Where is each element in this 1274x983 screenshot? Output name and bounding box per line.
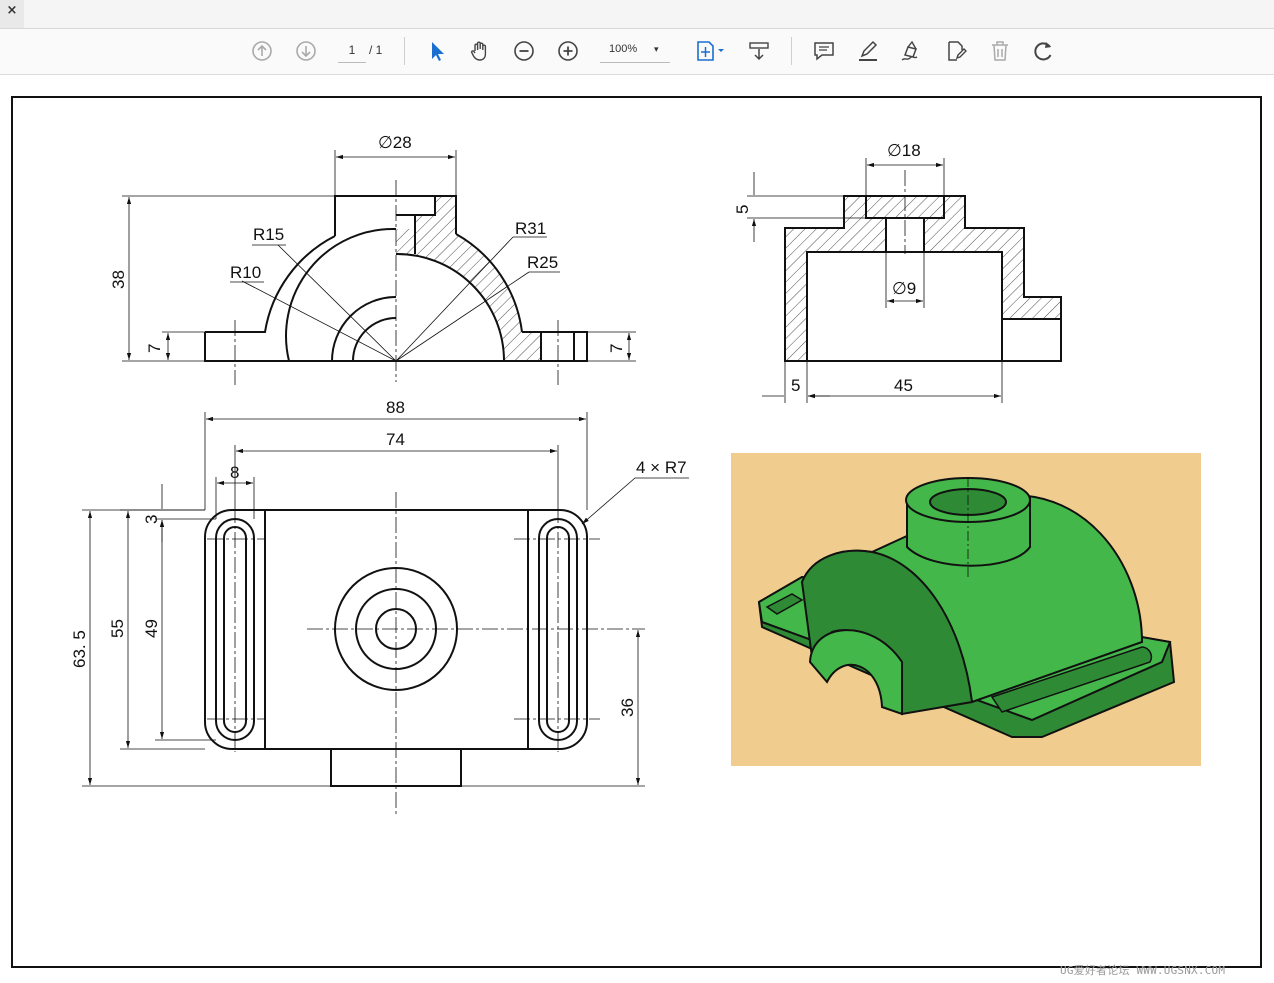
dim-d28: ∅28 <box>378 133 412 152</box>
dim-r31: R31 <box>515 219 546 238</box>
watermark: UG爱好者论坛 WWW.UGSNX.COM <box>1060 964 1226 977</box>
prev-page-icon[interactable] <box>247 36 277 66</box>
fit-page-icon[interactable] <box>693 36 729 66</box>
page-total: / 1 <box>369 43 383 57</box>
dim-w5: 5 <box>791 376 800 395</box>
rotate-icon[interactable] <box>1029 36 1059 66</box>
dim-h63-5: 63. 5 <box>70 630 89 668</box>
zoom-dropdown[interactable]: 100% ▾ <box>600 38 670 63</box>
next-page-icon[interactable] <box>291 36 321 66</box>
dim-r7: 4 × R7 <box>636 458 687 477</box>
hand-tool-icon[interactable] <box>465 36 495 66</box>
zoom-value: 100% <box>609 43 638 55</box>
dim-h49: 49 <box>142 619 161 638</box>
dim-h7-left: 7 <box>145 344 164 353</box>
chevron-down-icon: ▾ <box>654 44 659 54</box>
select-arrow-icon[interactable] <box>421 36 451 66</box>
engineering-drawing: ∅28 R15 R10 R31 R25 38 7 7 ∅18 ∅9 5 5 45 <box>70 133 1201 817</box>
comment-icon[interactable] <box>809 36 839 66</box>
pdf-toolbar: / 1 100% ▾ <box>0 29 1274 75</box>
front-view <box>122 150 636 385</box>
dim-w8: 8 <box>230 463 239 482</box>
top-view <box>82 412 689 817</box>
edit-pdf-icon[interactable] <box>941 36 971 66</box>
dim-h36: 36 <box>618 698 637 717</box>
dim-h7-right: 7 <box>607 344 626 353</box>
delete-icon[interactable] <box>985 36 1015 66</box>
dim-d18: ∅18 <box>887 141 921 160</box>
draw-icon[interactable] <box>897 36 927 66</box>
page-number-input[interactable] <box>338 38 366 63</box>
isometric-render <box>731 453 1201 766</box>
dim-w74: 74 <box>386 430 405 449</box>
close-tab-button[interactable]: × <box>4 3 20 19</box>
dim-w88: 88 <box>386 398 405 417</box>
dim-d9: ∅9 <box>892 279 916 298</box>
dim-r25: R25 <box>527 253 558 272</box>
highlight-icon[interactable] <box>853 36 883 66</box>
tab-strip <box>24 0 1274 28</box>
tab-bar: × <box>0 0 1274 29</box>
dim-r15: R15 <box>253 225 284 244</box>
zoom-in-icon[interactable] <box>553 36 583 66</box>
dim-h55: 55 <box>108 619 127 638</box>
dim-h38: 38 <box>109 270 128 289</box>
dim-r10: R10 <box>230 263 261 282</box>
zoom-out-icon[interactable] <box>509 36 539 66</box>
toolbar-divider <box>404 37 405 65</box>
toolbar-divider <box>791 37 792 65</box>
dim-w45: 45 <box>894 376 913 395</box>
dim-h3: 3 <box>142 515 161 524</box>
dim-h5: 5 <box>733 205 752 214</box>
pdf-page: ∅28 R15 R10 R31 R25 38 7 7 ∅18 ∅9 5 5 45 <box>11 96 1262 968</box>
scroll-mode-icon[interactable] <box>744 36 774 66</box>
